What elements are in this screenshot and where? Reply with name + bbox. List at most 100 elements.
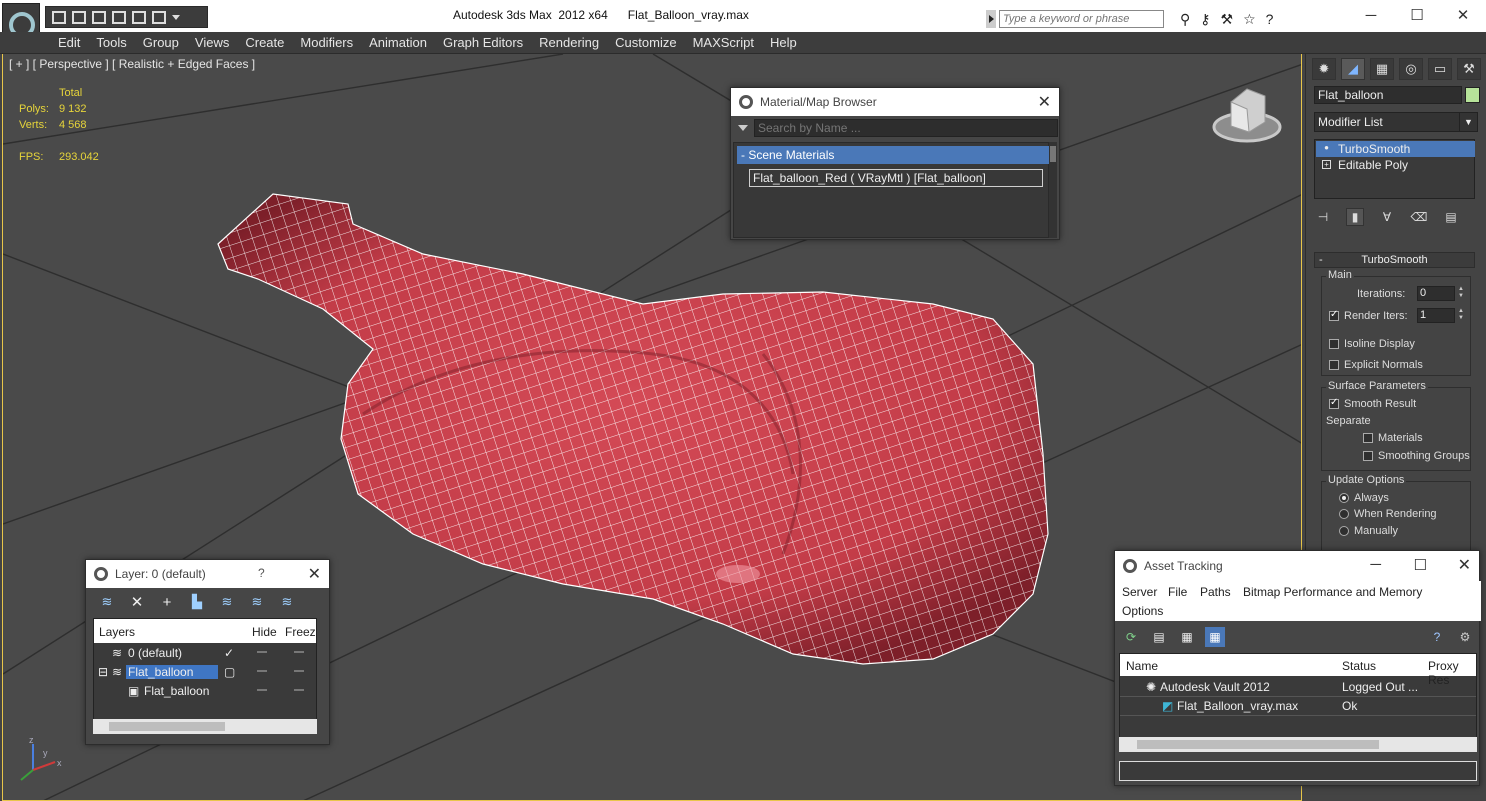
- menu-tools[interactable]: Tools: [88, 35, 134, 50]
- undo-icon[interactable]: [112, 10, 126, 24]
- close-icon[interactable]: ✕: [1038, 92, 1051, 112]
- column-layers[interactable]: Layers: [99, 625, 135, 639]
- menu-bitmap-performance[interactable]: Bitmap Performance and Memory: [1243, 585, 1422, 599]
- material-item[interactable]: Flat_balloon_Red ( VRayMtl ) [Flat_ballo…: [749, 169, 1043, 187]
- close-icon[interactable]: ✕: [308, 564, 321, 584]
- maximize-button[interactable]: ☐: [1414, 556, 1427, 574]
- show-end-result-icon[interactable]: ▮: [1346, 208, 1364, 226]
- freeze-toggle[interactable]: [294, 670, 304, 672]
- column-hide[interactable]: Hide: [252, 625, 277, 639]
- motion-tab-icon[interactable]: ◎: [1399, 58, 1423, 80]
- hide-all-layers-icon[interactable]: ≋: [248, 593, 266, 611]
- create-layer-icon[interactable]: ≋: [98, 593, 116, 611]
- list-view-icon[interactable]: ▤: [1149, 627, 1169, 647]
- menu-help[interactable]: Help: [762, 35, 805, 50]
- menu-file[interactable]: File: [1168, 585, 1187, 599]
- checkmark-icon[interactable]: ✓: [224, 646, 234, 660]
- scene-materials-category[interactable]: - Scene Materials: [737, 146, 1049, 164]
- render-iters-spinner[interactable]: 1: [1417, 308, 1455, 323]
- materials-checkbox[interactable]: [1363, 433, 1373, 443]
- manually-radio[interactable]: [1339, 526, 1349, 536]
- menu-edit[interactable]: Edit: [50, 35, 88, 50]
- layer-row-flat-balloon[interactable]: ⊟ ≋ Flat_balloon ▢: [94, 663, 316, 682]
- render-iters-checkbox[interactable]: [1329, 309, 1339, 321]
- iterations-spinner[interactable]: 0: [1417, 286, 1455, 301]
- asset-row-file[interactable]: ◩ Flat_Balloon_vray.max Ok: [1120, 697, 1476, 716]
- menu-modifiers[interactable]: Modifiers: [292, 35, 361, 50]
- help-search-input[interactable]: [999, 10, 1164, 28]
- binoculars-icon[interactable]: ⚲: [1180, 11, 1190, 28]
- pin-stack-icon[interactable]: ⊣: [1314, 208, 1332, 226]
- make-unique-icon[interactable]: ∀: [1378, 208, 1396, 226]
- explicit-normals-checkbox[interactable]: [1329, 360, 1339, 370]
- smoothing-groups-checkbox[interactable]: [1363, 451, 1373, 461]
- remove-modifier-icon[interactable]: ⌫: [1410, 208, 1428, 226]
- layer-dialog-titlebar[interactable]: Layer: 0 (default) ? ✕: [86, 560, 329, 588]
- close-button[interactable]: ✕: [1440, 0, 1486, 30]
- asset-tracking-titlebar[interactable]: Asset Tracking ─ ☐ ✕: [1115, 551, 1479, 581]
- modifier-list-dropdown[interactable]: Modifier List ▼: [1314, 112, 1478, 132]
- material-list-scrollbar[interactable]: [1049, 142, 1057, 238]
- table-view-icon[interactable]: ▦: [1205, 627, 1225, 647]
- new-file-icon[interactable]: [52, 10, 66, 24]
- asset-status-field[interactable]: [1119, 761, 1477, 781]
- scrollbar-thumb[interactable]: [109, 722, 225, 731]
- expand-icon[interactable]: +: [1322, 160, 1331, 169]
- settings-icon[interactable]: ⚙: [1455, 627, 1475, 647]
- hide-toggle[interactable]: [257, 651, 267, 653]
- menu-paths[interactable]: Paths: [1200, 585, 1231, 599]
- delete-layer-icon[interactable]: ✕: [128, 593, 146, 611]
- material-browser-titlebar[interactable]: Material/Map Browser ✕: [731, 88, 1059, 116]
- hierarchy-tab-icon[interactable]: ▦: [1370, 58, 1394, 80]
- minimize-button[interactable]: ─: [1370, 556, 1381, 573]
- maximize-button[interactable]: ☐: [1394, 0, 1440, 30]
- utilities-tab-icon[interactable]: ⚒: [1457, 58, 1481, 80]
- turbosmooth-rollout-header[interactable]: - TurboSmooth: [1314, 252, 1475, 268]
- freeze-toggle[interactable]: [294, 651, 304, 653]
- chevron-down-icon[interactable]: [172, 14, 180, 20]
- lightbulb-icon[interactable]: ●: [1322, 144, 1331, 153]
- material-search-input[interactable]: [754, 119, 1058, 137]
- help-icon[interactable]: ?: [1427, 627, 1447, 647]
- layer-row-object[interactable]: ▣ Flat_balloon: [94, 682, 316, 701]
- help-icon[interactable]: ?: [1266, 11, 1274, 28]
- display-tab-icon[interactable]: ▭: [1428, 58, 1452, 80]
- menu-create[interactable]: Create: [237, 35, 292, 50]
- minimize-button[interactable]: ─: [1348, 0, 1394, 30]
- always-radio[interactable]: [1339, 493, 1349, 503]
- menu-server[interactable]: Server: [1122, 585, 1157, 599]
- collapse-icon[interactable]: ⊟: [98, 665, 108, 679]
- hide-toggle[interactable]: [257, 670, 267, 672]
- when-rendering-radio[interactable]: [1339, 509, 1349, 519]
- scrollbar-thumb[interactable]: [1137, 740, 1379, 749]
- menu-group[interactable]: Group: [135, 35, 187, 50]
- menu-customize[interactable]: Customize: [607, 35, 684, 50]
- column-status[interactable]: Status: [1342, 659, 1376, 673]
- spinner-arrows-icon[interactable]: ▲ ▼: [1458, 286, 1466, 301]
- key-icon[interactable]: ⚷: [1200, 11, 1210, 28]
- close-icon[interactable]: ✕: [1458, 555, 1471, 575]
- project-folder-icon[interactable]: [152, 10, 166, 24]
- smooth-result-checkbox[interactable]: [1329, 397, 1339, 409]
- column-freeze[interactable]: Freeze: [285, 625, 316, 639]
- isoline-display-checkbox[interactable]: [1329, 339, 1339, 349]
- menu-options[interactable]: Options: [1122, 604, 1163, 618]
- column-name[interactable]: Name: [1126, 659, 1158, 673]
- stack-item-editable-poly[interactable]: + Editable Poly: [1316, 157, 1475, 173]
- highlight-layer-icon[interactable]: ≋: [218, 593, 236, 611]
- open-file-icon[interactable]: [72, 10, 86, 24]
- tree-view-icon[interactable]: ▦: [1177, 627, 1197, 647]
- save-file-icon[interactable]: [92, 10, 106, 24]
- flat-balloon-mesh[interactable]: [217, 193, 1049, 665]
- freeze-toggle[interactable]: [294, 689, 304, 691]
- redo-icon[interactable]: [132, 10, 146, 24]
- viewcube[interactable]: [1212, 88, 1282, 143]
- menu-animation[interactable]: Animation: [361, 35, 435, 50]
- add-to-layer-icon[interactable]: +: [158, 593, 176, 611]
- menu-views[interactable]: Views: [187, 35, 237, 50]
- current-layer-icon[interactable]: ▢: [224, 665, 235, 679]
- expand-search-icon[interactable]: [986, 10, 996, 28]
- viewport-label[interactable]: [ + ] [ Perspective ] [ Realistic + Edge…: [9, 57, 255, 71]
- asset-row-vault[interactable]: ✺ Autodesk Vault 2012 Logged Out ...: [1120, 678, 1476, 697]
- options-dropdown-icon[interactable]: [738, 125, 748, 131]
